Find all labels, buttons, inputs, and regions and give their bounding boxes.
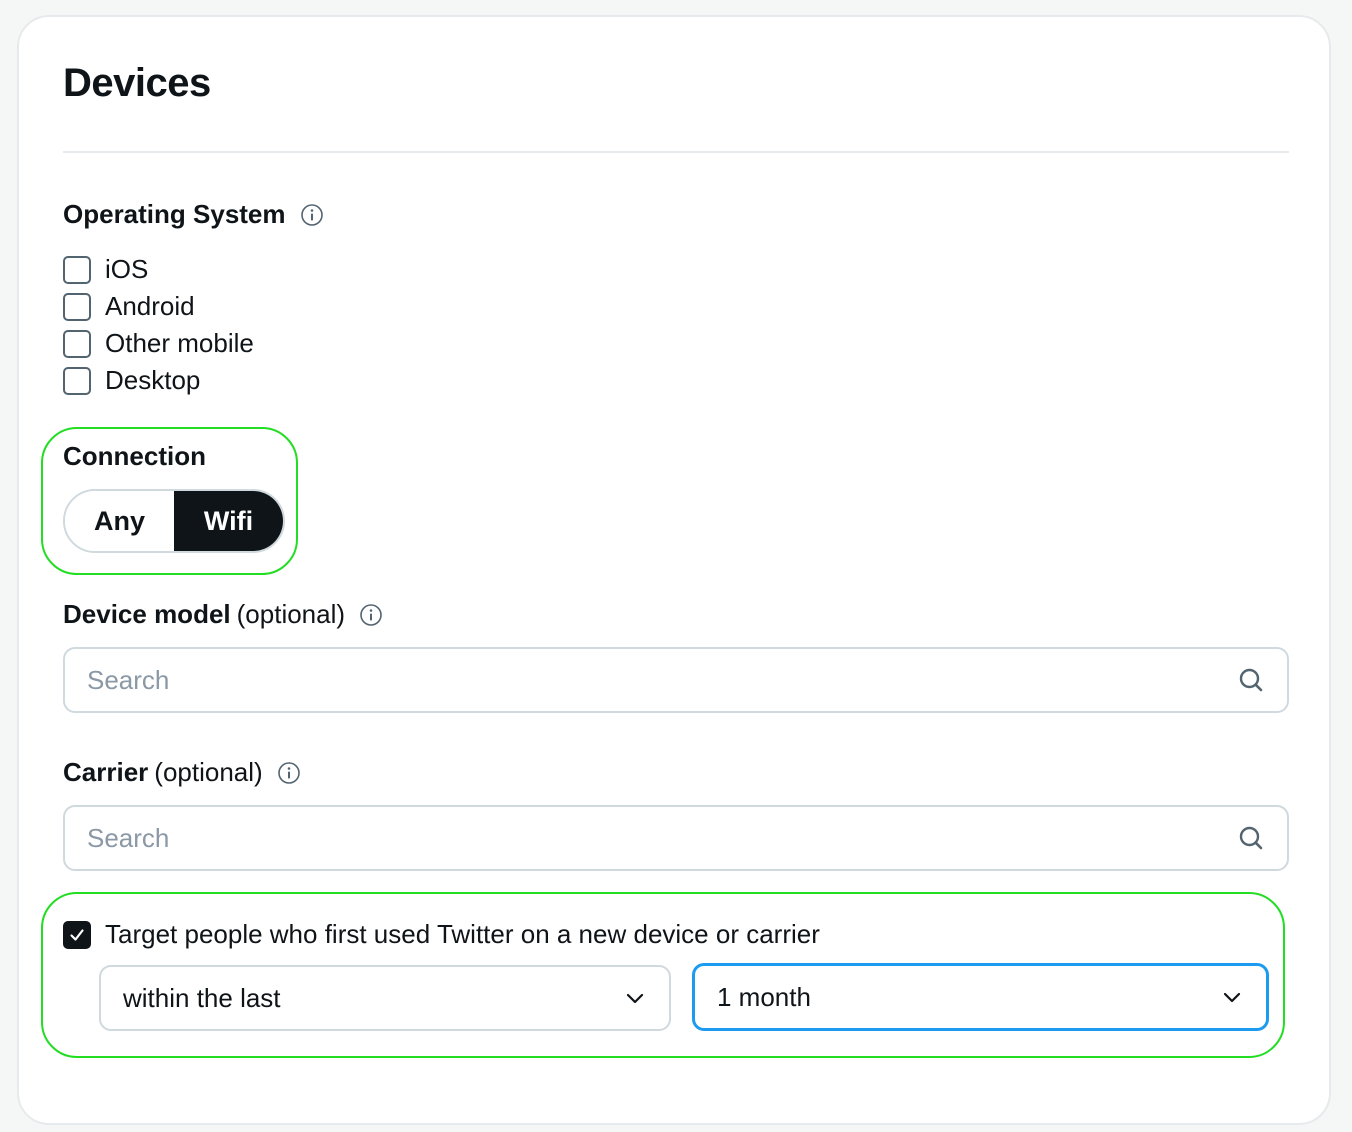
os-option-label: Desktop xyxy=(105,365,200,396)
search-icon[interactable] xyxy=(1237,666,1265,694)
os-label-row: Operating System xyxy=(63,199,324,230)
carrier-search-input[interactable] xyxy=(87,823,1237,854)
connection-label: Connection xyxy=(63,441,206,472)
chevron-down-icon xyxy=(623,986,647,1010)
carrier-label: Carrier xyxy=(63,757,148,788)
optional-tag: (optional) xyxy=(154,757,262,788)
checkbox-checked[interactable] xyxy=(63,921,91,949)
checkbox[interactable] xyxy=(63,367,91,395)
os-option-label: Android xyxy=(105,291,195,322)
info-icon[interactable] xyxy=(359,603,383,627)
section-title: Devices xyxy=(63,61,211,106)
os-option-ios[interactable]: iOS xyxy=(63,251,254,288)
os-option-other-mobile[interactable]: Other mobile xyxy=(63,325,254,362)
devices-card: Devices Operating System iOS Android Oth… xyxy=(17,15,1331,1125)
checkbox[interactable] xyxy=(63,293,91,321)
new-device-targeting-option[interactable]: Target people who first used Twitter on … xyxy=(63,919,820,950)
info-icon[interactable] xyxy=(277,761,301,785)
divider xyxy=(63,151,1289,153)
info-icon[interactable] xyxy=(300,203,324,227)
connection-label-row: Connection xyxy=(63,441,206,472)
new-device-targeting-label: Target people who first used Twitter on … xyxy=(105,919,820,950)
checkbox[interactable] xyxy=(63,330,91,358)
timeframe-value: 1 month xyxy=(717,982,811,1013)
os-option-android[interactable]: Android xyxy=(63,288,254,325)
timeframe-qualifier-value: within the last xyxy=(123,983,281,1014)
os-option-desktop[interactable]: Desktop xyxy=(63,362,254,399)
checkmark-icon xyxy=(67,925,87,945)
timeframe-value-select[interactable]: 1 month xyxy=(692,963,1269,1031)
device-model-label-row: Device model (optional) xyxy=(63,599,383,630)
checkbox[interactable] xyxy=(63,256,91,284)
carrier-label-row: Carrier (optional) xyxy=(63,757,301,788)
os-option-label: iOS xyxy=(105,254,148,285)
connection-option-wifi[interactable]: Wifi xyxy=(174,491,283,551)
os-option-label: Other mobile xyxy=(105,328,254,359)
connection-option-any[interactable]: Any xyxy=(65,491,174,551)
chevron-down-icon xyxy=(1220,985,1244,1009)
os-label: Operating System xyxy=(63,199,286,230)
carrier-search[interactable] xyxy=(63,805,1289,871)
optional-tag: (optional) xyxy=(237,599,345,630)
device-model-search-input[interactable] xyxy=(87,665,1237,696)
device-model-search[interactable] xyxy=(63,647,1289,713)
device-model-label: Device model xyxy=(63,599,231,630)
timeframe-qualifier-select[interactable]: within the last xyxy=(99,965,671,1031)
connection-toggle: Any Wifi xyxy=(63,489,285,553)
search-icon[interactable] xyxy=(1237,824,1265,852)
os-checkbox-list: iOS Android Other mobile Desktop xyxy=(63,251,254,399)
